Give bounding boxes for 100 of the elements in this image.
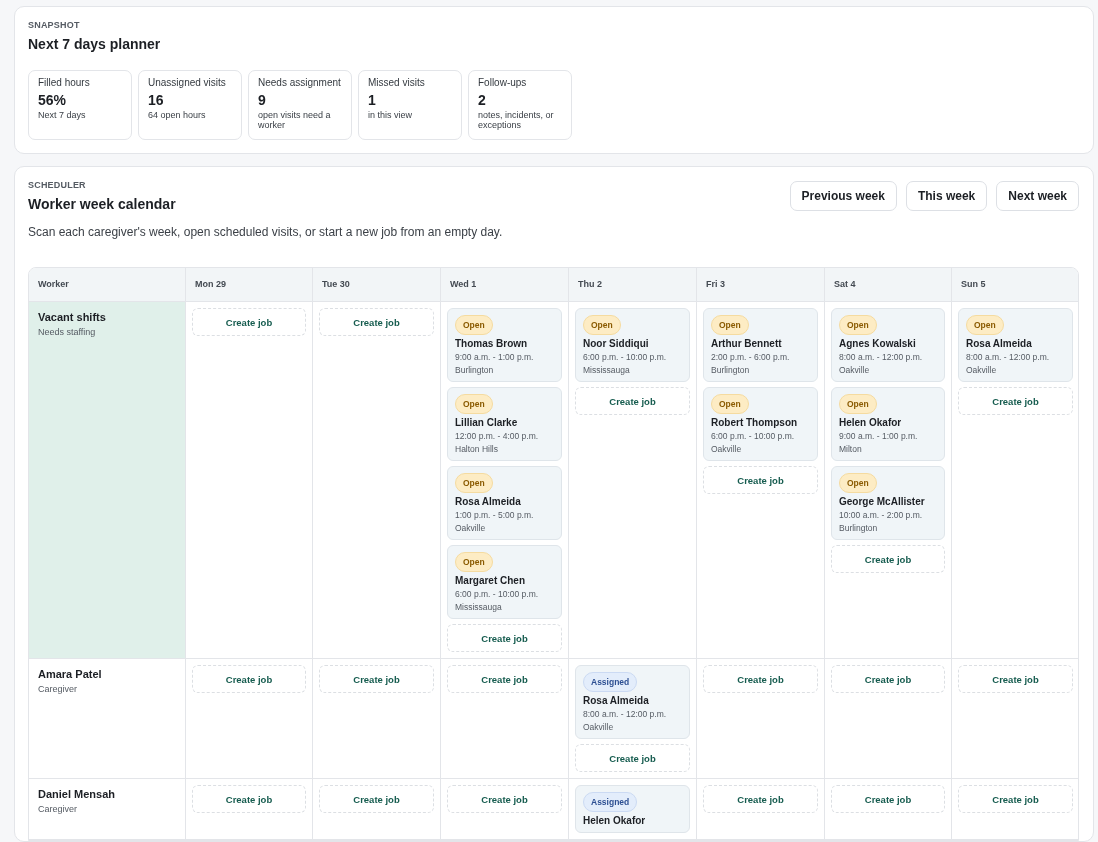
visit-time: 8:00 a.m. - 12:00 p.m. <box>966 352 1050 362</box>
visit-time: 8:00 a.m. - 12:00 p.m. <box>839 352 923 362</box>
create-job-button[interactable]: Create job <box>319 308 434 336</box>
visit-time: 6:00 p.m. - 10:00 p.m. <box>455 589 539 599</box>
status-badge: Open <box>839 473 877 493</box>
create-job-button[interactable]: Create job <box>575 387 690 415</box>
visit-time: 9:00 a.m. - 1:00 p.m. <box>455 352 534 362</box>
column-header: Worker <box>29 268 185 302</box>
create-job-button[interactable]: Create job <box>958 387 1073 415</box>
stat-value: 2 <box>478 92 487 108</box>
create-job-button[interactable]: Create job <box>319 785 434 813</box>
visit-location: Burlington <box>711 365 750 375</box>
stat-label: Missed visits <box>368 77 426 88</box>
week-nav-button[interactable]: Previous week <box>789 181 897 211</box>
visit-location: Oakville <box>455 523 486 533</box>
status-badge: Open <box>711 394 749 414</box>
visit-card[interactable]: Assigned Rosa Almeida 8:00 a.m. - 12:00 p.m. Oakville <box>575 665 690 739</box>
create-job-button[interactable]: Create job <box>447 624 562 652</box>
visit-location: Burlington <box>839 523 878 533</box>
stat-value: 1 <box>368 92 377 108</box>
visit-location: Mississauga <box>455 602 502 612</box>
stat-label: Unassigned visits <box>148 77 227 88</box>
visit-time: 10:00 a.m. - 2:00 p.m. <box>839 510 923 520</box>
column-header: Mon 29 <box>185 268 312 302</box>
visit-time: 6:00 p.m. - 10:00 p.m. <box>583 352 667 362</box>
create-job-button[interactable]: Create job <box>192 785 306 813</box>
section-eyebrow: SNAPSHOT <box>28 20 81 30</box>
week-nav-button[interactable]: Next week <box>996 181 1079 211</box>
visit-location: Halton Hills <box>455 444 498 454</box>
stat-label: Follow-ups <box>478 77 528 88</box>
create-job-button[interactable]: Create job <box>831 665 945 693</box>
status-badge: Open <box>583 315 621 335</box>
create-job-button[interactable]: Create job <box>447 785 562 813</box>
visit-card[interactable]: Open Agnes Kowalski 8:00 a.m. - 12:00 p.m. Oakville <box>831 308 945 382</box>
client-name: Rosa Almeida <box>455 496 521 507</box>
column-header: Sun 5 <box>951 268 1078 302</box>
column-header: Sat 4 <box>824 268 951 302</box>
visit-card[interactable]: Open Rosa Almeida 8:00 a.m. - 12:00 p.m. Oakville <box>958 308 1073 382</box>
worker-name: Daniel Mensah <box>38 788 117 800</box>
stat-label: Needs assignment <box>258 77 342 88</box>
visit-card[interactable]: Open Lillian Clarke 12:00 p.m. - 4:00 p.m. Halton Hills <box>447 387 562 461</box>
visit-card[interactable]: Open Arthur Bennett 2:00 p.m. - 6:00 p.m. Burlington <box>703 308 818 382</box>
stat-value: 9 <box>258 92 267 108</box>
create-job-button[interactable]: Create job <box>958 785 1073 813</box>
create-job-button[interactable]: Create job <box>703 665 818 693</box>
section-eyebrow: SCHEDULER <box>28 180 87 190</box>
create-job-button[interactable]: Create job <box>703 466 818 494</box>
visit-time: 6:00 p.m. - 10:00 p.m. <box>711 431 795 441</box>
column-header: Thu 2 <box>568 268 696 302</box>
client-name: Arthur Bennett <box>711 338 782 349</box>
visit-location: Burlington <box>455 365 494 375</box>
visit-location: Oakville <box>711 444 742 454</box>
worker-role: Caregiver <box>38 804 78 814</box>
create-job-button[interactable]: Create job <box>831 785 945 813</box>
visit-time: 8:00 a.m. - 12:00 p.m. <box>583 709 667 719</box>
create-job-button[interactable]: Create job <box>192 665 306 693</box>
stat-note: Next 7 days <box>38 110 87 120</box>
create-job-button[interactable]: Create job <box>447 665 562 693</box>
visit-card[interactable]: Open Helen Okafor 9:00 a.m. - 1:00 p.m. Milton <box>831 387 945 461</box>
visit-card[interactable]: Open Margaret Chen 6:00 p.m. - 10:00 p.m. Mississauga <box>447 545 562 619</box>
column-header: Fri 3 <box>696 268 824 302</box>
visit-location: Milton <box>839 444 862 454</box>
client-name: Noor Siddiqui <box>583 338 649 349</box>
create-job-button[interactable]: Create job <box>192 308 306 336</box>
visit-card[interactable]: Open Robert Thompson 6:00 p.m. - 10:00 p.m. Oakville <box>703 387 818 461</box>
section-description: Scan each caregiver's week, open scheduled visits, or start a new job from an empty day. <box>28 225 504 239</box>
client-name: Rosa Almeida <box>583 695 649 706</box>
create-job-button[interactable]: Create job <box>575 744 690 772</box>
section-title: Worker week calendar <box>28 196 176 212</box>
week-nav-button[interactable]: This week <box>905 181 988 211</box>
create-job-button[interactable]: Create job <box>703 785 818 813</box>
client-name: Helen Okafor <box>839 417 902 428</box>
stat-value: 16 <box>148 92 165 108</box>
column-header: Wed 1 <box>440 268 568 302</box>
stat-note: 64 open hours <box>148 110 207 120</box>
create-job-button[interactable]: Create job <box>958 665 1073 693</box>
stat-note: open visits need a worker <box>258 110 332 130</box>
worker-name: Amara Patel <box>38 668 103 680</box>
client-name: Helen Okafor <box>583 815 646 826</box>
worker-role: Caregiver <box>38 684 78 694</box>
stat-value: 56% <box>38 92 68 108</box>
visit-card[interactable]: Assigned Helen Okafor <box>575 785 690 833</box>
visit-location: Oakville <box>583 722 614 732</box>
status-badge: Open <box>839 315 877 335</box>
visit-card[interactable]: Open Rosa Almeida 1:00 p.m. - 5:00 p.m. Oakville <box>447 466 562 540</box>
status-badge: Open <box>455 473 493 493</box>
create-job-button[interactable]: Create job <box>319 665 434 693</box>
visit-card[interactable]: Open Noor Siddiqui 6:00 p.m. - 10:00 p.m. Mississauga <box>575 308 690 382</box>
status-badge: Open <box>455 394 493 414</box>
status-badge: Open <box>966 315 1004 335</box>
client-name: Robert Thompson <box>711 417 798 428</box>
visit-location: Oakville <box>966 365 997 375</box>
worker-name: Vacant shifts <box>38 311 107 323</box>
status-badge: Open <box>839 394 877 414</box>
client-name: George McAllister <box>839 496 925 507</box>
create-job-button[interactable]: Create job <box>831 545 945 573</box>
visit-location: Mississauga <box>583 365 630 375</box>
visit-time: 9:00 a.m. - 1:00 p.m. <box>839 431 918 441</box>
visit-card[interactable]: Open George McAllister 10:00 a.m. - 2:00 p.m. Burlington <box>831 466 945 540</box>
visit-card[interactable]: Open Thomas Brown 9:00 a.m. - 1:00 p.m. Burlington <box>447 308 562 382</box>
